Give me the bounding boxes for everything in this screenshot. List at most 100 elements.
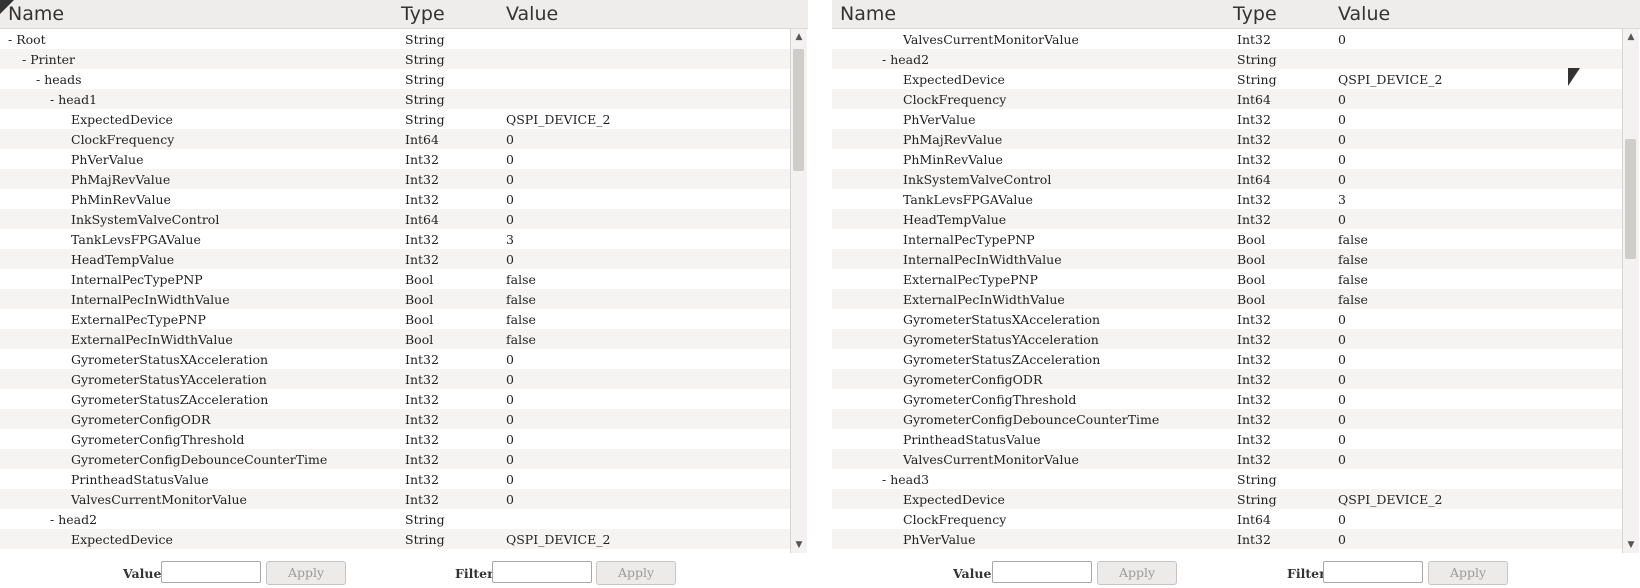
tree-row[interactable]: - heads String xyxy=(0,69,790,89)
tree-row[interactable]: PhVerValue Int32 0 xyxy=(832,529,1622,549)
tree-row[interactable]: ExpectedDevice String QSPI_DEVICE_2 xyxy=(832,69,1622,89)
row-name: GyrometerStatusZAcceleration xyxy=(71,392,269,407)
tree-row[interactable]: ExternalPecTypePNP Bool false xyxy=(0,309,790,329)
tree-row[interactable]: InternalPecInWidthValue Bool false xyxy=(0,289,790,309)
tree-row[interactable]: ValvesCurrentMonitorValue Int32 0 xyxy=(0,489,790,509)
tree-row[interactable]: PhMinRevValue Int32 0 xyxy=(832,149,1622,169)
row-type: Bool xyxy=(1237,292,1266,307)
value-apply-button[interactable]: Apply xyxy=(1097,561,1177,585)
vertical-scrollbar[interactable]: ▲ ▼ xyxy=(1622,29,1639,553)
tree-row[interactable]: ExternalPecInWidthValue Bool false xyxy=(0,329,790,349)
tree-row[interactable]: InternalPecInWidthValue Bool false xyxy=(832,249,1622,269)
scrollbar-thumb[interactable] xyxy=(793,49,804,171)
tree-row[interactable]: GyrometerStatusXAcceleration Int32 0 xyxy=(0,349,790,369)
row-type: Int32 xyxy=(405,352,439,367)
row-name: GyrometerStatusYAcceleration xyxy=(903,332,1099,347)
tree-row[interactable]: PhMajRevValue Int32 0 xyxy=(832,129,1622,149)
tree-row[interactable]: InternalPecTypePNP Bool false xyxy=(832,229,1622,249)
property-tree-panel-right: Name Type Value ValvesCurrentMonitorValu… xyxy=(832,0,1640,588)
tree-row[interactable]: TankLevsFPGAValue Int32 3 xyxy=(0,229,790,249)
tree-row[interactable]: InkSystemValveControl Int64 0 xyxy=(0,209,790,229)
filter-input[interactable] xyxy=(492,561,592,583)
row-value: 0 xyxy=(1338,532,1346,547)
tree-row[interactable]: ExpectedDevice String QSPI_DEVICE_2 xyxy=(832,489,1622,509)
tree-row[interactable]: ExternalPecTypePNP Bool false xyxy=(832,269,1622,289)
row-name: ClockFrequency xyxy=(71,132,175,147)
row-type: Int32 xyxy=(1237,152,1271,167)
column-header-name[interactable]: Name xyxy=(840,3,896,25)
filter-input[interactable] xyxy=(1323,561,1423,583)
column-header-type[interactable]: Type xyxy=(401,3,445,25)
tree-row[interactable]: GyrometerStatusZAcceleration Int32 0 xyxy=(0,389,790,409)
row-name: ClockFrequency xyxy=(903,512,1007,527)
row-name: PhMajRevValue xyxy=(903,132,1003,147)
tree-row[interactable]: ValvesCurrentMonitorValue Int32 0 xyxy=(832,29,1622,49)
arrow-up-icon[interactable]: ▲ xyxy=(791,29,807,45)
column-header-value[interactable]: Value xyxy=(1338,3,1390,25)
tree-row[interactable]: InkSystemValveControl Int64 0 xyxy=(832,169,1622,189)
tree-row[interactable]: PhMajRevValue Int32 0 xyxy=(0,169,790,189)
row-name: ValvesCurrentMonitorValue xyxy=(71,492,247,507)
filter-apply-button[interactable]: Apply xyxy=(1428,561,1508,585)
tree-row[interactable]: GyrometerConfigODR Int32 0 xyxy=(832,369,1622,389)
panel-divider xyxy=(808,0,832,588)
tree-row[interactable]: - head2 String xyxy=(832,49,1622,69)
row-name: - Printer xyxy=(22,52,76,67)
row-type: String xyxy=(405,92,445,107)
tree-row[interactable]: InternalPecTypePNP Bool false xyxy=(0,269,790,289)
column-header-type[interactable]: Type xyxy=(1233,3,1277,25)
tree-row[interactable]: PrintheadStatusValue Int32 0 xyxy=(0,469,790,489)
row-name: - head3 xyxy=(882,472,930,487)
tree-row[interactable]: GyrometerStatusYAcceleration Int32 0 xyxy=(832,329,1622,349)
filter-apply-button[interactable]: Apply xyxy=(596,561,676,585)
row-name: GyrometerConfigDebounceCounterTime xyxy=(903,412,1160,427)
value-input[interactable] xyxy=(161,561,261,583)
row-name: PrintheadStatusValue xyxy=(903,432,1041,447)
tree-row[interactable]: TankLevsFPGAValue Int32 3 xyxy=(832,189,1622,209)
row-type: Int64 xyxy=(405,132,439,147)
scrollbar-thumb[interactable] xyxy=(1625,139,1636,259)
tree-row[interactable]: ValvesCurrentMonitorValue Int32 0 xyxy=(832,449,1622,469)
tree-row[interactable]: - Printer String xyxy=(0,49,790,69)
tree-row[interactable]: - head3 String xyxy=(832,469,1622,489)
tree-row[interactable]: ExpectedDevice String QSPI_DEVICE_2 xyxy=(0,529,790,549)
arrow-down-icon[interactable]: ▼ xyxy=(1623,537,1639,553)
tree-row[interactable]: GyrometerConfigODR Int32 0 xyxy=(0,409,790,429)
tree-row[interactable]: PhMinRevValue Int32 0 xyxy=(0,189,790,209)
row-type: Int32 xyxy=(1237,452,1271,467)
tree-row[interactable]: GyrometerConfigThreshold Int32 0 xyxy=(0,429,790,449)
value-input[interactable] xyxy=(992,561,1092,583)
vertical-scrollbar[interactable]: ▲ ▼ xyxy=(790,29,807,553)
tree-row[interactable]: ClockFrequency Int64 0 xyxy=(832,89,1622,109)
row-name: PrintheadStatusValue xyxy=(71,472,209,487)
tree-row[interactable]: PhVerValue Int32 0 xyxy=(832,109,1622,129)
row-value: 0 xyxy=(1338,432,1346,447)
tree-row[interactable]: GyrometerStatusZAcceleration Int32 0 xyxy=(832,349,1622,369)
column-header-name[interactable]: Name xyxy=(8,3,64,25)
value-apply-button[interactable]: Apply xyxy=(266,561,346,585)
row-value: 0 xyxy=(506,372,514,387)
tree-row[interactable]: GyrometerConfigDebounceCounterTime Int32 0 xyxy=(0,449,790,469)
row-type: String xyxy=(405,532,445,547)
tree-row[interactable]: PrintheadStatusValue Int32 0 xyxy=(832,429,1622,449)
row-value: 0 xyxy=(506,412,514,427)
arrow-down-icon[interactable]: ▼ xyxy=(791,537,807,553)
column-header-value[interactable]: Value xyxy=(506,3,558,25)
tree-row[interactable]: ExternalPecInWidthValue Bool false xyxy=(832,289,1622,309)
tree-row[interactable]: GyrometerConfigThreshold Int32 0 xyxy=(832,389,1622,409)
row-name: InkSystemValveControl xyxy=(71,212,220,227)
tree-row[interactable]: HeadTempValue Int32 0 xyxy=(0,249,790,269)
tree-row[interactable]: PhVerValue Int32 0 xyxy=(0,149,790,169)
tree-row[interactable]: GyrometerStatusXAcceleration Int32 0 xyxy=(832,309,1622,329)
tree-row[interactable]: - Root String xyxy=(0,29,790,49)
tree-row[interactable]: ClockFrequency Int64 0 xyxy=(0,129,790,149)
tree-row[interactable]: GyrometerStatusYAcceleration Int32 0 xyxy=(0,369,790,389)
tree-row[interactable]: - head1 String xyxy=(0,89,790,109)
tree-row[interactable]: ExpectedDevice String QSPI_DEVICE_2 xyxy=(0,109,790,129)
tree-row[interactable]: ClockFrequency Int64 0 xyxy=(832,509,1622,529)
arrow-up-icon[interactable]: ▲ xyxy=(1623,29,1639,45)
tree-row[interactable]: - head2 String xyxy=(0,509,790,529)
row-type: Int32 xyxy=(1237,132,1271,147)
tree-row[interactable]: HeadTempValue Int32 0 xyxy=(832,209,1622,229)
tree-row[interactable]: GyrometerConfigDebounceCounterTime Int32 0 xyxy=(832,409,1622,429)
